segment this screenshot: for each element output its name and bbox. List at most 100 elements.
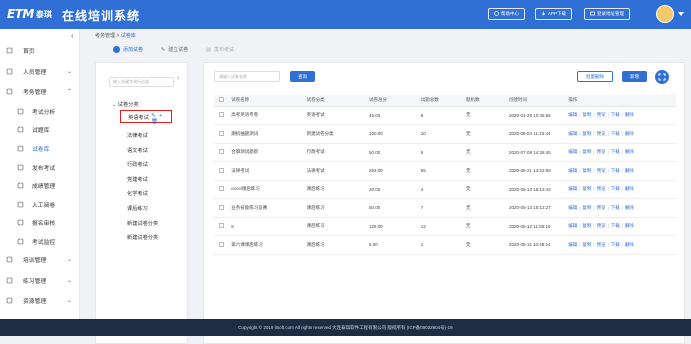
sidebar-item-10[interactable]: 考试监控 xyxy=(0,232,80,250)
sidebar-item-1[interactable]: 人员管理 ⌄ xyxy=(0,62,80,80)
row-checkbox[interactable] xyxy=(219,223,224,229)
row-action-link[interactable]: 删除 xyxy=(625,186,634,191)
category-actions[interactable]: ✎ + 🗑 xyxy=(151,113,171,125)
sidebar-item-13[interactable]: 资源管理 ⌄ xyxy=(0,291,80,309)
row-action-link[interactable]: 编辑 xyxy=(568,168,577,173)
row-action-link[interactable]: 删除 xyxy=(625,242,634,247)
paper-search-input[interactable]: 请输入试卷名称 xyxy=(214,71,280,82)
row-action-link[interactable]: 复制 xyxy=(582,186,591,191)
row-action-link[interactable]: 下载 xyxy=(611,168,620,173)
row-action-link[interactable]: 编辑 xyxy=(568,223,577,228)
row-action-link[interactable]: 编辑 xyxy=(568,131,577,136)
batch-delete-button[interactable]: 批量删除 xyxy=(577,71,613,82)
add-button[interactable]: 新增 xyxy=(622,71,647,82)
row-action-link[interactable]: 下载 xyxy=(611,242,620,247)
row-checkbox[interactable] xyxy=(219,130,224,136)
collapse-icon[interactable]: ‹ xyxy=(71,31,74,40)
login-address-button[interactable]: 登录地址管理 xyxy=(584,8,630,20)
row-action-link[interactable]: 下载 xyxy=(611,131,620,136)
category-search-input[interactable]: 输入关键字进行过滤 xyxy=(109,77,174,87)
row-action-link[interactable]: 删除 xyxy=(625,205,634,210)
row-checkbox[interactable] xyxy=(219,167,224,173)
sidebar-item-11[interactable]: 培训管理 ⌄ xyxy=(0,250,80,268)
sidebar-item-3[interactable]: 考试分析 xyxy=(0,102,80,120)
app-download-button[interactable]: APP下载 xyxy=(535,8,573,20)
category-item[interactable]: 新建试卷分类 xyxy=(127,234,158,241)
table-row[interactable]: 第六课课后练习 课后练习 5.00 1 无 2020-05-11 10:48:24 编辑 | 复… xyxy=(214,235,676,255)
sidebar-item-7[interactable]: 成绩管理 xyxy=(0,176,80,194)
row-action-link[interactable]: 复制 xyxy=(582,223,591,228)
row-select-cell[interactable] xyxy=(214,180,232,199)
row-checkbox[interactable] xyxy=(219,241,224,247)
sidebar-item-8[interactable]: 人工阅卷 xyxy=(0,195,80,213)
row-action-link[interactable]: 复制 xyxy=(582,168,591,173)
category-item[interactable]: 化学考试 xyxy=(127,190,148,197)
row-action-link[interactable]: 删除 xyxy=(625,131,634,136)
table-row[interactable]: 8 课后练习 128.00 12 无 2020-05-12 11:55:16 编辑 | 复制 | 预… xyxy=(214,217,676,236)
category-item[interactable]: 语文考试 xyxy=(127,147,148,154)
category-item[interactable]: 党建考试 xyxy=(127,176,148,183)
category-root[interactable]: ⌄ 试卷分类 xyxy=(112,101,139,108)
row-action-link[interactable]: 预览 xyxy=(597,186,606,191)
row-select-cell[interactable] xyxy=(214,217,232,236)
sidebar-item-9[interactable]: 报名审核 xyxy=(0,213,80,231)
sidebar-item-0[interactable]: 首页 xyxy=(0,41,80,59)
sidebar-item-2[interactable]: 考务管理 ⌃ xyxy=(0,82,80,100)
help-center-button[interactable]: 帮助中心 xyxy=(488,8,525,20)
row-action-link[interactable]: 预览 xyxy=(597,223,606,228)
row-action-link[interactable]: 删除 xyxy=(625,149,634,154)
row-checkbox[interactable] xyxy=(219,186,224,192)
select-all-header[interactable] xyxy=(214,95,232,107)
search-button[interactable]: 查询 xyxy=(290,71,315,82)
row-action-link[interactable]: 复制 xyxy=(582,149,591,154)
sidebar-item-4[interactable]: 试题库 xyxy=(0,120,80,138)
breadcrumb-parent[interactable]: 考务管理 xyxy=(95,33,115,39)
row-action-link[interactable]: 复制 xyxy=(582,205,591,210)
table-row[interactable]: 业务技能练习竞赛 课后练习 50.00 7 无 2020-05-13 15:13:27 编辑… xyxy=(214,198,676,218)
row-action-link[interactable]: 编辑 xyxy=(568,149,577,154)
chevron-right-icon[interactable]: › xyxy=(177,75,179,82)
row-select-cell[interactable] xyxy=(214,143,232,162)
row-action-link[interactable]: 编辑 xyxy=(568,186,577,191)
step-publish-exam[interactable]: ▤ 发布考试 xyxy=(206,46,234,54)
row-action-link[interactable]: 编辑 xyxy=(568,205,577,210)
row-action-link[interactable]: 下载 xyxy=(611,223,620,228)
step-build-paper[interactable]: ✎ 建立试卷 xyxy=(161,46,188,54)
row-select-cell[interactable] xyxy=(214,198,232,218)
row-action-link[interactable]: 预览 xyxy=(597,205,606,210)
row-select-cell[interactable] xyxy=(214,235,232,255)
row-action-link[interactable]: 删除 xyxy=(625,223,634,228)
row-action-link[interactable]: 删除 xyxy=(625,168,634,173)
category-item[interactable]: 行政考试 xyxy=(127,161,148,168)
step-add-paper[interactable]: 添加试卷 xyxy=(113,46,143,53)
table-row[interactable]: 高考英语专卷 英语考试 45.00 9 无 2020-04-29 10:46:56 编辑 | 复… xyxy=(214,106,676,125)
row-action-link[interactable]: 下载 xyxy=(611,112,620,117)
row-action-link[interactable]: 编辑 xyxy=(568,242,577,247)
sidebar-item-12[interactable]: 练习管理 ⌄ xyxy=(0,271,80,289)
row-action-link[interactable]: 复制 xyxy=(582,112,591,117)
row-action-link[interactable]: 删除 xyxy=(625,112,634,117)
row-action-link[interactable]: 复制 xyxy=(582,242,591,247)
category-item[interactable]: 法律考试 xyxy=(127,132,148,139)
sidebar-item-5[interactable]: 试卷库 xyxy=(0,139,80,157)
category-item[interactable]: 新建试卷分类 xyxy=(127,220,158,227)
row-action-link[interactable]: 下载 xyxy=(611,186,620,191)
row-select-cell[interactable] xyxy=(214,124,232,144)
row-checkbox[interactable] xyxy=(219,112,224,118)
table-row[interactable]: 期机抽题测试 新建试卷分类 100.00 10 无 2020-08-04 11:23:44… xyxy=(214,124,676,144)
chevron-down-icon[interactable] xyxy=(678,12,684,16)
row-action-link[interactable]: 预览 xyxy=(597,242,606,247)
row-action-link[interactable]: 预览 xyxy=(597,112,606,117)
table-row[interactable]: 合御测试题新 行政考试 50.00 5 无 2020-07-09 14:28:45 编辑 | 复… xyxy=(214,143,676,162)
select-all-checkbox[interactable] xyxy=(219,97,224,103)
table-row[interactable]: 法律考试 法律考试 263.00 55 无 2020-05-21 14:22:55 编辑 | 复… xyxy=(214,161,676,181)
category-item[interactable]: 课后练习 xyxy=(127,205,148,212)
row-checkbox[interactable] xyxy=(219,149,224,155)
row-action-link[interactable]: 预览 xyxy=(597,168,606,173)
row-action-link[interactable]: 编辑 xyxy=(568,112,577,117)
row-action-link[interactable]: 下载 xyxy=(611,205,620,210)
row-select-cell[interactable] xyxy=(214,161,232,181)
row-action-link[interactable]: 复制 xyxy=(582,131,591,136)
avatar[interactable] xyxy=(656,5,674,23)
row-action-link[interactable]: 下载 xyxy=(611,149,620,154)
